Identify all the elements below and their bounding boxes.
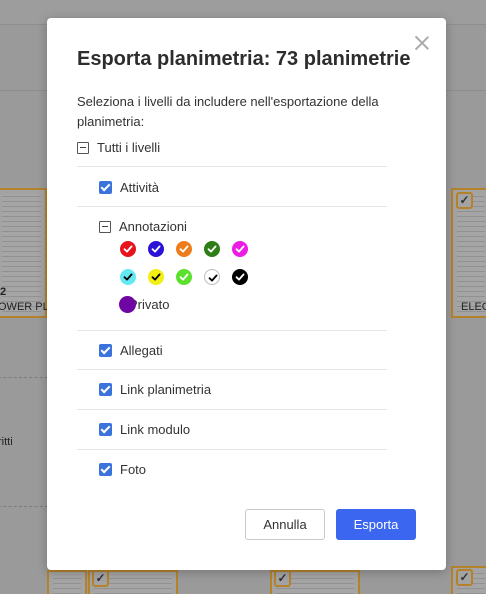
check-icon <box>151 273 161 281</box>
layer-form-links[interactable]: Link modulo <box>99 422 190 437</box>
all-layers-label: Tutti i livelli <box>97 140 161 155</box>
divider <box>77 449 387 450</box>
check-icon <box>207 245 217 253</box>
layer-plan-links[interactable]: Link planimetria <box>99 382 211 397</box>
layer-annotations[interactable]: Annotazioni <box>99 219 187 234</box>
all-layers-checkbox[interactable] <box>77 141 89 154</box>
check-icon <box>235 273 245 281</box>
plan-links-checkbox[interactable] <box>99 383 112 396</box>
check-icon <box>179 245 189 253</box>
divider <box>77 166 387 167</box>
form-links-checkbox[interactable] <box>99 423 112 436</box>
background-dropzone-text: ritti <box>0 436 13 448</box>
background-check-icon: ✓ <box>456 569 473 586</box>
check-icon <box>123 273 133 281</box>
annotation-color-swatch[interactable] <box>120 269 136 285</box>
divider <box>77 409 387 410</box>
background-plan-card <box>47 570 87 594</box>
divider <box>77 206 387 207</box>
annotation-color-swatch[interactable] <box>176 241 192 257</box>
background-check-icon: ✓ <box>274 570 291 587</box>
layer-activities[interactable]: Attività <box>99 180 159 195</box>
photos-label: Foto <box>120 462 147 477</box>
cancel-button[interactable]: Annulla <box>245 509 325 540</box>
divider <box>77 330 387 331</box>
all-layers-option[interactable]: Tutti i livelli <box>77 140 160 155</box>
close-icon[interactable] <box>415 36 429 50</box>
dialog-title: Esporta planimetria: 73 planimetrie <box>77 48 411 70</box>
layer-attachments[interactable]: Allegati <box>99 343 163 358</box>
attachments-label: Allegati <box>120 343 163 358</box>
check-icon <box>151 245 161 253</box>
activities-checkbox[interactable] <box>99 181 112 194</box>
form-links-label: Link modulo <box>120 422 191 437</box>
divider <box>77 369 387 370</box>
background-card-title: OWER PL <box>0 301 49 313</box>
background-card-title: ELEC <box>461 301 486 313</box>
attachments-checkbox[interactable] <box>99 344 112 357</box>
private-color-swatch[interactable] <box>119 296 136 313</box>
annotation-color-swatch[interactable] <box>176 269 192 285</box>
background-check-icon: ✓ <box>456 192 473 209</box>
annotation-color-swatch[interactable] <box>120 241 136 257</box>
background-check-icon: ✓ <box>92 570 109 587</box>
check-icon <box>179 273 189 281</box>
background-plan-card <box>0 188 47 318</box>
annotation-color-swatch[interactable] <box>204 241 220 257</box>
check-icon <box>208 274 218 282</box>
export-button[interactable]: Esporta <box>336 509 416 540</box>
annotation-color-swatch[interactable] <box>232 269 248 285</box>
export-dialog: Esporta planimetria: 73 planimetrie Sele… <box>47 18 446 570</box>
annotation-color-swatch[interactable] <box>232 241 248 257</box>
check-icon <box>123 245 133 253</box>
annotations-checkbox[interactable] <box>99 220 111 233</box>
photos-checkbox[interactable] <box>99 463 112 476</box>
annotation-color-swatch[interactable] <box>148 241 164 257</box>
annotation-color-swatch[interactable] <box>204 269 220 285</box>
annotations-label: Annotazioni <box>119 219 187 234</box>
dialog-description: Seleziona i livelli da includere nell'es… <box>77 94 379 129</box>
plan-links-label: Link planimetria <box>120 382 212 397</box>
background-card-number: 2 <box>0 286 7 298</box>
layer-private[interactable]: Privato <box>119 296 169 313</box>
activities-label: Attività <box>120 180 160 195</box>
layer-photos[interactable]: Foto <box>99 462 146 477</box>
check-icon <box>235 245 245 253</box>
annotation-color-swatch[interactable] <box>148 269 164 285</box>
